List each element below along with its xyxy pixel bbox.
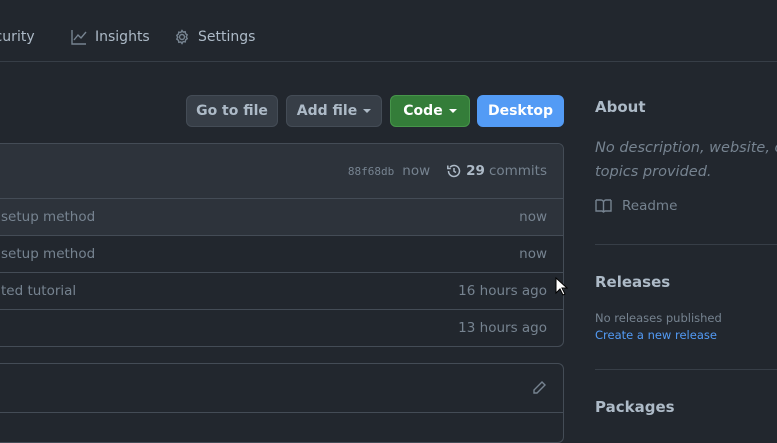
go-to-file-label: Go to file [196, 103, 268, 119]
file-row[interactable]: ted tutorial 16 hours ago [0, 272, 563, 309]
commit-age: 16 hours ago [458, 283, 547, 299]
commit-time: now [402, 163, 431, 179]
readme-label: Readme [622, 198, 678, 214]
caret-down-icon [363, 109, 372, 113]
desktop-label: Desktop [487, 103, 554, 119]
tab-settings[interactable]: Settings [174, 29, 255, 45]
commit-message[interactable]: ted tutorial [1, 283, 76, 299]
tab-security-label: ecurity [0, 29, 35, 45]
file-row[interactable]: setup method now [0, 198, 563, 235]
caret-down-icon [448, 109, 457, 113]
book-icon [595, 199, 612, 213]
history-icon [447, 164, 461, 178]
releases-section: Releases No releases published Create a … [595, 273, 722, 342]
about-section: About No description, website, or topics… [595, 98, 777, 214]
file-row[interactable]: setup method now [0, 235, 563, 272]
mouse-cursor-icon [555, 277, 568, 296]
tab-insights-label: Insights [95, 29, 150, 45]
file-list: 88f68db now 29 commits setup method now s… [0, 143, 564, 347]
tab-security[interactable]: ecurity [0, 29, 35, 45]
no-releases-text: No releases published [595, 311, 722, 325]
pencil-icon[interactable] [531, 380, 547, 396]
packages-title: Packages [595, 398, 675, 416]
about-title: About [595, 98, 646, 116]
divider [595, 244, 777, 245]
commit-bar: 88f68db now 29 commits [0, 144, 563, 198]
tab-settings-label: Settings [198, 29, 256, 45]
releases-title: Releases [595, 273, 671, 291]
tab-insights[interactable]: Insights [71, 29, 150, 45]
commit-message[interactable]: setup method [1, 209, 95, 225]
code-button[interactable]: Code [390, 95, 470, 127]
readme-box [0, 363, 564, 443]
go-to-file-button[interactable]: Go to file [186, 95, 278, 127]
commit-count-label: commits [488, 163, 547, 179]
commits-link[interactable]: 29 commits [446, 163, 547, 179]
commit-age: 13 hours ago [458, 320, 547, 336]
readme-link[interactable]: Readme [595, 198, 777, 214]
add-file-label: Add file [296, 103, 358, 119]
about-description: No description, website, or topics provi… [595, 140, 777, 180]
desktop-button[interactable]: Desktop [477, 95, 564, 127]
commit-age: now [519, 209, 547, 225]
readme-header [0, 364, 563, 413]
commit-count: 29 [466, 163, 485, 179]
file-row[interactable]: 13 hours ago [0, 309, 563, 346]
graph-icon [71, 30, 87, 45]
add-file-button[interactable]: Add file [286, 95, 382, 127]
packages-section: Packages [595, 398, 675, 416]
commit-age: now [519, 246, 547, 262]
commit-message[interactable]: setup method [1, 246, 95, 262]
divider [595, 369, 777, 370]
code-label: Code [403, 103, 443, 119]
gear-icon [175, 29, 189, 45]
commit-hash[interactable]: 88f68db [348, 165, 394, 178]
create-release-link[interactable]: Create a new release [595, 328, 722, 342]
